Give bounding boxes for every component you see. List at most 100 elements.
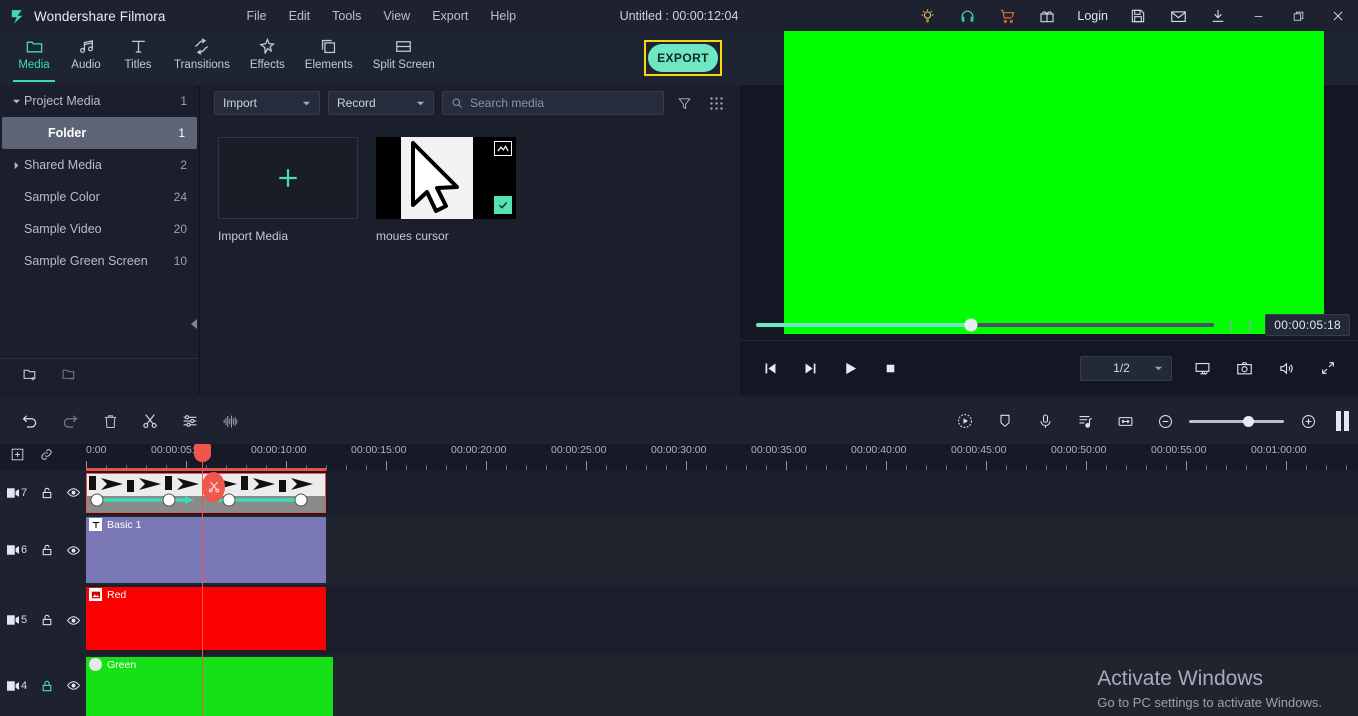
ruler-major-tick: [786, 461, 787, 470]
eye-visible-icon[interactable]: [60, 678, 86, 693]
zoom-in-icon[interactable]: [1288, 401, 1328, 441]
remove-folder-icon[interactable]: [61, 366, 78, 388]
split-scissors-icon[interactable]: [130, 401, 170, 441]
tab-media[interactable]: Media: [8, 32, 60, 85]
mark-in-button[interactable]: {: [1222, 317, 1241, 333]
menu-file[interactable]: File: [235, 5, 277, 27]
preview-zoom-dropdown[interactable]: 1/2: [1080, 355, 1172, 381]
lightbulb-icon[interactable]: [907, 0, 947, 32]
search-media-box[interactable]: [442, 91, 664, 115]
media-thumbnail[interactable]: [376, 137, 516, 219]
lock-open-icon[interactable]: [34, 543, 60, 557]
record-dropdown[interactable]: Record: [328, 91, 434, 115]
eye-visible-icon[interactable]: [60, 485, 86, 500]
preview-render-icon[interactable]: [1182, 348, 1222, 388]
timeline-clip[interactable]: Red: [86, 587, 326, 650]
export-button[interactable]: EXPORT: [648, 44, 718, 72]
app-brand-name: Wondershare Filmora: [34, 8, 166, 24]
sidebar-item-project-media[interactable]: Project Media 1: [0, 85, 199, 117]
voiceover-mic-icon[interactable]: [1025, 401, 1065, 441]
close-button[interactable]: [1318, 0, 1358, 32]
selected-check-badge[interactable]: [494, 196, 512, 214]
color-settings-icon[interactable]: [170, 401, 210, 441]
stop-icon: [886, 364, 894, 372]
scissors-split-icon[interactable]: [202, 472, 225, 502]
headset-support-icon[interactable]: [947, 0, 987, 32]
prev-frame-button[interactable]: [750, 348, 790, 388]
collapse-panel-arrow-icon[interactable]: [188, 315, 200, 333]
menu-help[interactable]: Help: [479, 5, 527, 27]
crop-zoom-icon[interactable]: [1105, 401, 1145, 441]
next-frame-button[interactable]: [790, 348, 830, 388]
tab-transitions[interactable]: Transitions: [164, 32, 240, 85]
detach-audio-icon[interactable]: [1065, 401, 1105, 441]
timeline-track-row: 5 Red: [0, 585, 1358, 655]
sidebar-item-shared-media[interactable]: Shared Media 2: [0, 149, 199, 181]
eye-visible-icon[interactable]: [60, 543, 86, 558]
filter-funnel-icon[interactable]: [672, 91, 696, 115]
grid-view-icon[interactable]: [704, 91, 728, 115]
redo-icon[interactable]: [50, 401, 90, 441]
search-input[interactable]: [470, 96, 655, 110]
lock-open-icon[interactable]: [34, 613, 60, 627]
menu-tools[interactable]: Tools: [321, 5, 372, 27]
undo-icon[interactable]: [10, 401, 50, 441]
new-folder-icon[interactable]: [22, 366, 39, 388]
import-dropdown[interactable]: Import: [214, 91, 320, 115]
tab-titles[interactable]: Titles: [112, 32, 164, 85]
preview-progress-handle[interactable]: [964, 318, 978, 332]
preview-timecode[interactable]: 00:00:05:18: [1265, 314, 1350, 336]
ruler-tick-label: 00:00:45:00: [951, 444, 1007, 456]
play-button[interactable]: [830, 348, 870, 388]
lock-closed-icon[interactable]: [34, 679, 60, 693]
mail-icon[interactable]: [1158, 0, 1198, 32]
gift-icon[interactable]: [1027, 0, 1067, 32]
menu-edit[interactable]: Edit: [278, 5, 322, 27]
zoom-slider-handle[interactable]: [1243, 415, 1255, 427]
video-preview-canvas[interactable]: [784, 31, 1324, 334]
timeline-ruler[interactable]: 00:00:00:0000:00:05:0000:00:10:0000:00:1…: [51, 444, 1358, 470]
add-track-icon[interactable]: [10, 447, 25, 467]
eye-visible-icon[interactable]: [60, 613, 86, 628]
menu-view[interactable]: View: [372, 5, 421, 27]
ruler-major-tick: [1086, 461, 1087, 470]
snapshot-camera-icon[interactable]: [1224, 348, 1264, 388]
download-icon[interactable]: [1198, 0, 1238, 32]
audio-waveform-icon[interactable]: [210, 401, 250, 441]
timeline-panel-toggle-icon[interactable]: [1328, 401, 1358, 441]
sidebar-item-sample-video[interactable]: Sample Video 20: [0, 213, 199, 245]
music-note-icon: [77, 36, 96, 56]
timeline-zoom-slider[interactable]: [1189, 411, 1284, 431]
link-unlink-icon[interactable]: [39, 447, 54, 467]
sidebar-count: 10: [173, 254, 187, 268]
minimize-button[interactable]: [1238, 0, 1278, 32]
render-preview-icon[interactable]: [945, 401, 985, 441]
tab-split-screen[interactable]: Split Screen: [363, 32, 445, 85]
playhead-handle[interactable]: [194, 444, 211, 462]
save-icon[interactable]: [1118, 0, 1158, 32]
preview-progress-fill: [756, 323, 972, 327]
fullscreen-icon[interactable]: [1308, 348, 1348, 388]
timeline-empty-area[interactable]: [333, 655, 1358, 716]
import-media-button[interactable]: [218, 137, 358, 219]
restore-button[interactable]: [1278, 0, 1318, 32]
sidebar-item-sample-color[interactable]: Sample Color 24: [0, 181, 199, 213]
timeline-clip[interactable]: Green: [86, 657, 333, 716]
stop-button[interactable]: [870, 348, 910, 388]
tab-effects[interactable]: Effects: [240, 32, 295, 85]
tab-elements[interactable]: Elements: [295, 32, 363, 85]
volume-icon[interactable]: [1266, 348, 1306, 388]
delete-trash-icon[interactable]: [90, 401, 130, 441]
sidebar-item-sample-green-screen[interactable]: Sample Green Screen 10: [0, 245, 199, 277]
mark-out-button[interactable]: }: [1241, 317, 1260, 333]
tab-audio[interactable]: Audio: [60, 32, 112, 85]
timeline-clip[interactable]: Basic 1: [86, 517, 326, 583]
shopping-cart-icon[interactable]: [987, 0, 1027, 32]
lock-open-icon[interactable]: [34, 486, 60, 500]
marker-icon[interactable]: [985, 401, 1025, 441]
sidebar-item-folder[interactable]: Folder 1: [2, 117, 197, 149]
zoom-out-icon[interactable]: [1145, 401, 1185, 441]
menu-export[interactable]: Export: [421, 5, 479, 27]
preview-progress-track[interactable]: [756, 318, 1214, 332]
login-button[interactable]: Login: [1067, 9, 1118, 23]
